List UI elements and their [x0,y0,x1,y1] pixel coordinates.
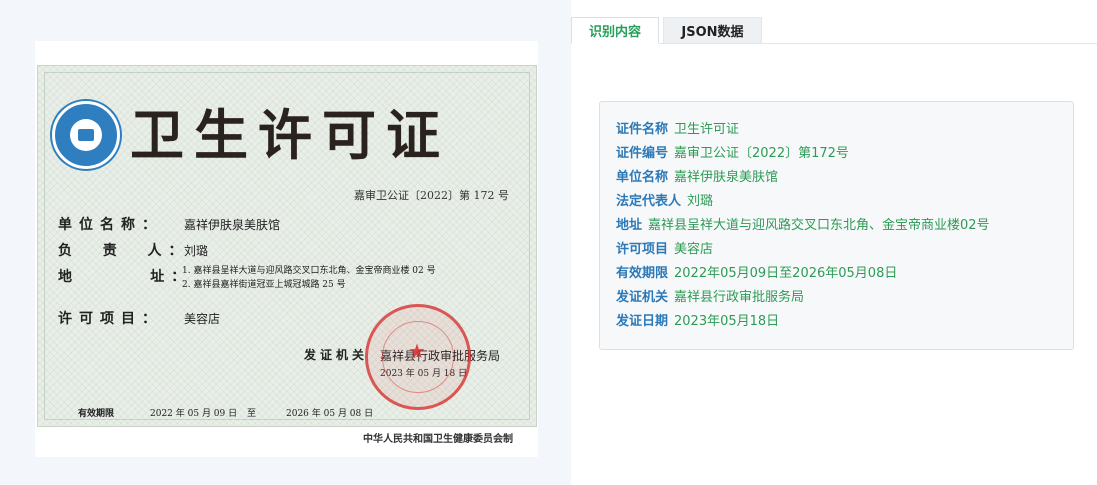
field-value: 卫生许可证 [674,121,740,137]
tab-recognized-content[interactable]: 识别内容 [571,17,659,44]
health-emblem-icon [52,101,120,169]
address-label: 地 址： [58,269,193,285]
field-label: 发证日期 [616,313,669,329]
field-value: 2022年05月09日至2026年05月08日 [674,265,898,281]
field-label: 地址 [616,217,643,233]
field-row: 许可项目 美容店 [616,235,1073,259]
field-value: 嘉祥县行政审批服务局 [674,289,805,305]
emblem-core [70,119,102,151]
field-row: 证件名称 卫生许可证 [616,115,1073,139]
field-row: 证件编号 嘉审卫公证〔2022〕第172号 [616,139,1073,163]
result-panel: 识别内容 JSON数据 证件名称 卫生许可证 证件编号 嘉审卫公证〔2022〕第… [571,0,1097,485]
certificate-number: 嘉审卫公证〔2022〕第 172 号 [354,189,509,202]
field-value: 嘉祥县呈祥大道与迎风路交叉口东北角、金宝帝商业楼02号 [648,217,990,233]
address-value-1: 1. 嘉祥县呈祥大道与迎风路交叉口东北角、金宝帝商业楼 02 号 [182,266,436,276]
license-items-value: 美容店 [184,312,221,326]
field-row: 地址 嘉祥县呈祥大道与迎风路交叉口东北角、金宝帝商业楼02号 [616,211,1073,235]
field-label: 有效期限 [616,265,669,281]
field-row: 有效期限 2022年05月09日至2026年05月08日 [616,259,1073,283]
result-tabs: 识别内容 JSON数据 [571,17,1097,44]
official-seal-icon: ★ [365,304,471,410]
field-label: 单位名称 [616,169,669,185]
valid-to-value: 2026 年 05 月 08 日 [286,409,374,419]
address-value-2: 2. 嘉祥县嘉祥街道冠亚上城冠城路 25 号 [182,280,346,290]
tab-divider [659,43,1097,44]
valid-label: 有效期限 [78,409,115,419]
responsible-value: 刘璐 [184,244,209,258]
field-value: 2023年05月18日 [674,313,780,329]
field-row: 发证日期 2023年05月18日 [616,307,1073,331]
recognition-result-box: 证件名称 卫生许可证 证件编号 嘉审卫公证〔2022〕第172号 单位名称 嘉祥… [599,101,1074,350]
field-value: 嘉审卫公证〔2022〕第172号 [674,145,849,161]
field-row: 发证机关 嘉祥县行政审批服务局 [616,283,1073,307]
unit-name-label: 单位名称： [58,217,163,233]
field-value: 刘璐 [687,193,714,209]
field-label: 证件名称 [616,121,669,137]
image-preview-panel: 卫生许可证 嘉审卫公证〔2022〕第 172 号 单位名称： 嘉祥伊肤泉美肤馆 … [0,0,571,485]
field-row: 单位名称 嘉祥伊肤泉美肤馆 [616,163,1073,187]
tab-json-data[interactable]: JSON数据 [663,17,762,44]
issuer-label: 发证机关 [304,348,369,362]
field-row: 法定代表人 刘璐 [616,187,1073,211]
seal-star-icon: ★ [408,339,426,363]
valid-from-value: 2022 年 05 月 09 日 [150,409,238,419]
valid-to-separator: 至 [247,409,257,419]
certificate-title: 卫生许可证 [130,103,450,167]
field-value: 嘉祥伊肤泉美肤馆 [674,169,779,185]
field-label: 许可项目 [616,241,669,257]
field-label: 发证机关 [616,289,669,305]
responsible-label: 负 责 人： [58,243,190,259]
field-value: 美容店 [674,241,714,257]
certificate-footer: 中华人民共和国卫生健康委员会制 [363,434,513,445]
license-items-label: 许可项目： [58,311,163,327]
certificate-paper: 卫生许可证 嘉审卫公证〔2022〕第 172 号 单位名称： 嘉祥伊肤泉美肤馆 … [37,65,537,427]
field-label: 法定代表人 [616,193,682,209]
unit-name-value: 嘉祥伊肤泉美肤馆 [184,218,281,232]
field-label: 证件编号 [616,145,669,161]
certificate-image: 卫生许可证 嘉审卫公证〔2022〕第 172 号 单位名称： 嘉祥伊肤泉美肤馆 … [35,41,538,457]
